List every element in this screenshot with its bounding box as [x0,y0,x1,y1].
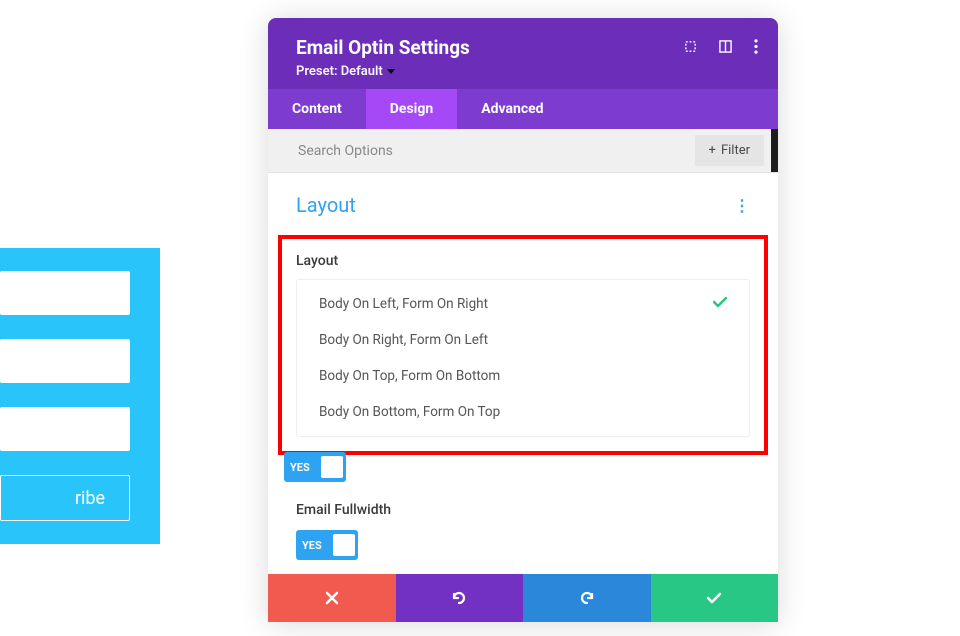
email-fullwidth-label: Email Fullwidth [296,502,750,518]
option-label: Body On Bottom, Form On Top [319,404,500,420]
tab-advanced[interactable]: Advanced [457,89,567,129]
expand-icon[interactable] [684,40,697,53]
content-area: Layout ⋮ Layout Body On Left, Form On Ri… [268,173,778,574]
more-icon[interactable] [754,39,758,54]
option-label: Body On Top, Form On Bottom [319,368,500,384]
action-bar [268,574,778,622]
tab-content[interactable]: Content [268,89,366,129]
filter-label: Filter [721,143,750,158]
chevron-down-icon [387,69,395,74]
preset-label: Preset: Default [296,64,383,79]
tab-design[interactable]: Design [366,89,457,129]
bg-subscribe-button: ribe [0,475,130,521]
section-title: Layout [296,193,356,217]
bg-input-3 [0,407,130,451]
section-menu-icon[interactable]: ⋮ [734,196,750,215]
background-form-preview: ribe [0,248,160,544]
search-bar: + Filter [268,129,778,173]
redo-icon [578,589,596,607]
layout-dropdown: Body On Left, Form On Right Body On Righ… [296,279,750,437]
panel-icon[interactable] [719,40,732,53]
check-icon [706,592,722,604]
cancel-button[interactable] [268,574,396,622]
email-fullwidth-toggle[interactable]: YES [296,530,358,560]
highlight-box: Layout Body On Left, Form On Right Body … [278,235,768,455]
layout-label: Layout [296,253,750,269]
section-header[interactable]: Layout ⋮ [292,193,754,217]
partial-toggle: YES [284,450,754,482]
yes-toggle-partial[interactable]: YES [284,452,346,482]
modal-header-icons [684,39,758,54]
bg-subscribe-text: ribe [75,488,105,509]
email-fullwidth-section: Email Fullwidth YES [292,502,754,560]
yes-text: YES [302,539,322,552]
close-icon [325,591,339,605]
confirm-button[interactable] [651,574,779,622]
layout-option-0[interactable]: Body On Left, Form On Right [297,286,749,322]
bg-input-2 [0,339,130,383]
undo-icon [450,589,468,607]
option-label: Body On Left, Form On Right [319,296,488,312]
bg-input-1 [0,271,130,315]
modal-header: Email Optin Settings Preset: Default [268,18,778,89]
redo-button[interactable] [523,574,651,622]
layout-option-1[interactable]: Body On Right, Form On Left [297,322,749,358]
tabs: Content Design Advanced [268,89,778,129]
settings-modal: Email Optin Settings Preset: Default Con… [268,18,778,622]
modal-title: Email Optin Settings [296,36,470,59]
search-input[interactable] [268,143,695,159]
preset-dropdown[interactable]: Preset: Default [296,64,470,79]
toggle-knob [333,534,355,556]
plus-icon: + [709,143,716,158]
check-icon [713,296,727,312]
toggle-knob [321,456,343,478]
yes-text: YES [290,461,310,474]
option-label: Body On Right, Form On Left [319,332,488,348]
modal-header-left: Email Optin Settings Preset: Default [296,36,470,79]
filter-button[interactable]: + Filter [695,135,764,166]
layout-option-2[interactable]: Body On Top, Form On Bottom [297,358,749,394]
layout-option-3[interactable]: Body On Bottom, Form On Top [297,394,749,430]
undo-button[interactable] [396,574,524,622]
